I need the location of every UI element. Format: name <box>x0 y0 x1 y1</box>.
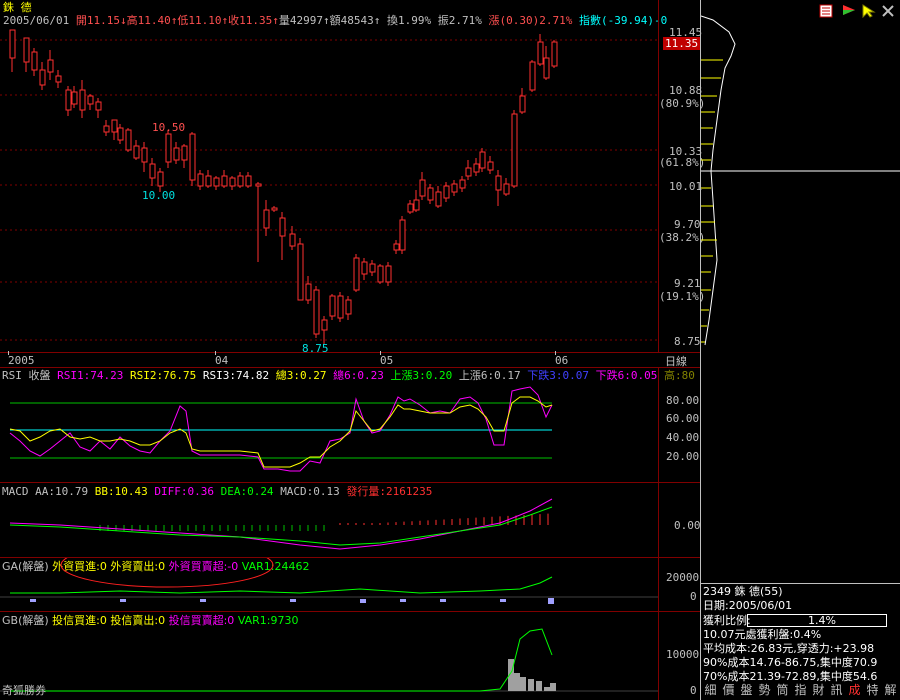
profit-ratio-box: 1.4% <box>747 614 887 627</box>
info-line-1: 10.07元處獲利盤:0.4% <box>703 628 822 641</box>
quote-date: 2005/06/01 <box>3 14 70 27</box>
quote-amplitude: 振2.71% <box>437 14 482 27</box>
cost-info-panel: 2349 銖 德(55) 日期:2005/06/01 獲利比例: 1.4% 10… <box>701 583 900 683</box>
rsi-chart <box>9 386 553 472</box>
rsi2-line <box>9 396 553 468</box>
quote-bar: 2005/06/01 開11.15↓高11.40↑低11.10↑收11.35↑量… <box>3 14 667 27</box>
gb-tick: 10000 <box>666 648 700 661</box>
time-axis: 2005 04 05 06 日線 <box>0 351 700 368</box>
rsi-tick: 20.00 <box>666 450 700 463</box>
quote-open: 開11.15↓ <box>75 14 127 27</box>
gb-var1-line <box>10 628 553 692</box>
volume-profile <box>701 15 900 346</box>
candlestick-chart[interactable]: 10.50 10.00 8.75 <box>0 28 700 354</box>
ga-tick: 20000 <box>666 571 700 584</box>
annotation-high: 10.50 <box>152 121 185 134</box>
ga-var1-line <box>10 576 553 594</box>
price-tick-pct: (61.8%) <box>659 156 706 169</box>
macd-chart <box>9 498 553 550</box>
bottom-tab-bar: 細 價 盤 勢 筒 指 財 訊 成 特 解 <box>700 682 900 700</box>
rsi-tick: 40.00 <box>666 431 700 444</box>
ga-tick: 0 <box>690 590 697 603</box>
time-label: 05 <box>380 354 394 367</box>
price-tick: 10.01 <box>669 180 703 193</box>
annotation-low: 10.00 <box>142 189 175 202</box>
gb-tick: 0 <box>690 684 697 697</box>
quote-index: 指數(-39.94)-0 <box>578 14 668 27</box>
gb-chart <box>0 628 658 692</box>
price-axis: 11.45 11.35 10.88 (80.9%) 10.33 (61.8%) … <box>658 0 705 352</box>
tab-detail[interactable]: 細 <box>702 682 719 699</box>
quote-turnover: 換1.99% <box>386 14 432 27</box>
rsi-hi: 高:80 <box>663 369 695 382</box>
time-label: 04 <box>215 354 229 367</box>
price-tick: 9.70 <box>674 218 701 231</box>
current-price-tag: 11.35 <box>663 37 701 50</box>
main-chart-area[interactable]: 銖 德 2005/06/01 開11.15↓高11.40↑低11.10↑收11.… <box>0 0 705 700</box>
brand-label: 奇狐勝券 <box>2 684 46 697</box>
tab-index[interactable]: 指 <box>792 682 809 699</box>
profit-ratio-value: 1.4% <box>808 614 836 627</box>
tab-analysis[interactable]: 解 <box>882 682 899 699</box>
info-date: 日期:2005/06/01 <box>703 599 793 612</box>
price-tick: 8.75 <box>674 335 701 348</box>
quote-volume: 量42997↑ <box>278 14 330 27</box>
time-label: 06 <box>555 354 569 367</box>
tab-plate[interactable]: 盤 <box>738 682 755 699</box>
quote-low: 低11.10↑ <box>177 14 229 27</box>
rsi-pane[interactable]: RSI 收盤 RSI1:74.23 RSI2:76.75 RSI3:74.82 … <box>0 367 700 483</box>
quote-change: 漲(0.30)2.71% <box>488 14 573 27</box>
profit-ratio-label: 獲利比例: <box>703 614 751 627</box>
price-tick-pct: (80.9%) <box>659 97 706 110</box>
info-line-2: 平均成本:26.83元,穿透力:+23.98 <box>703 642 875 655</box>
macd-tick: 0.00 <box>674 519 701 532</box>
quote-amount: 額48543↑ <box>329 14 381 27</box>
macd-diff-line <box>9 498 553 550</box>
rsi-tick: 80.00 <box>666 394 700 407</box>
tab-same[interactable]: 筒 <box>774 682 791 699</box>
price-gridlines <box>0 39 658 341</box>
tab-cost[interactable]: 成 <box>846 682 863 699</box>
info-line-3: 90%成本14.76-86.75,集中度70.9 <box>703 656 878 669</box>
tab-finance[interactable]: 財 <box>810 682 827 699</box>
rsi-tick: 60.00 <box>666 412 700 425</box>
candles <box>9 29 558 344</box>
highlight-ellipse <box>60 558 274 588</box>
ga-chart <box>0 558 658 604</box>
tab-news[interactable]: 訊 <box>828 682 845 699</box>
price-tick-pct: (19.1%) <box>659 290 706 303</box>
gb-pane[interactable]: GB(解盤) 投信買進:0 投信賣出:0 投信買賣超:0 VAR1:9730 1… <box>0 611 700 700</box>
quote-close: 收11.35↑ <box>228 14 279 27</box>
tab-price[interactable]: 價 <box>720 682 737 699</box>
ga-pane[interactable]: GA(解盤) 外資買進:0 外資賣出:0 外資買賣超:-0 VAR1:24462… <box>0 557 700 612</box>
time-label: 2005 <box>8 354 35 367</box>
price-tick: 10.88 <box>669 84 703 97</box>
macd-dea-line <box>9 506 553 546</box>
price-tick: 9.21 <box>674 277 701 290</box>
stock-name: 銖 德 <box>3 1 32 14</box>
tab-special[interactable]: 特 <box>864 682 881 699</box>
stock-code: 2349 銖 德(55) <box>703 585 783 598</box>
right-panel: 2349 銖 德(55) 日期:2005/06/01 獲利比例: 1.4% 10… <box>700 0 900 700</box>
quote-high: 高11.40↑ <box>126 14 178 27</box>
macd-pane[interactable]: MACD AA:10.79 BB:10.43 DIFF:0.36 DEA:0.2… <box>0 482 701 558</box>
price-tick-pct: (38.2%) <box>659 231 706 244</box>
tab-trend[interactable]: 勢 <box>756 682 773 699</box>
